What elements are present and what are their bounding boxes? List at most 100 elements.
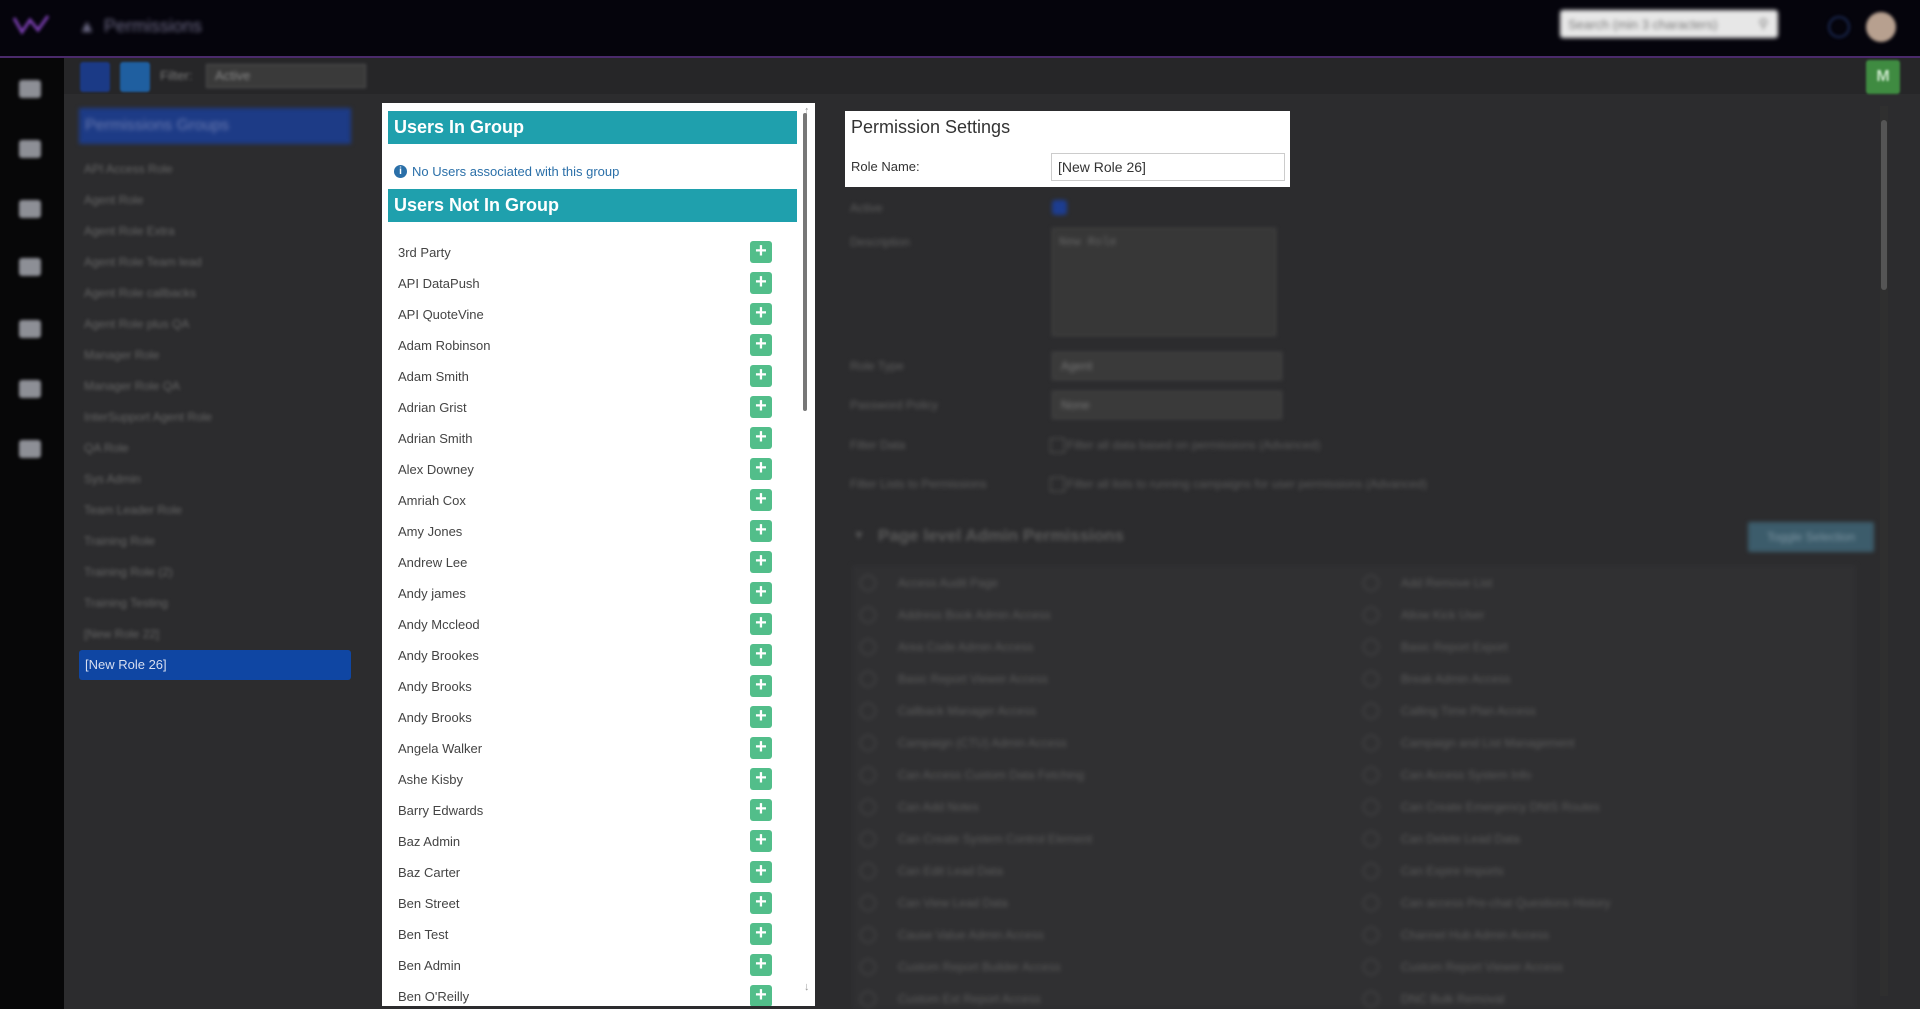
permission-item[interactable]: Add Remove List [1363,575,1492,591]
permission-item[interactable]: Can Edit Lead Data [860,863,1003,879]
add-permission-icon[interactable] [1363,831,1379,847]
add-permission-icon[interactable] [1363,959,1379,975]
add-user-button[interactable]: + [750,365,772,387]
group-item[interactable]: Training Role (2) [84,565,173,579]
add-user-button[interactable]: + [750,427,772,449]
add-user-button[interactable]: + [750,458,772,480]
speed-icon[interactable] [19,200,41,218]
add-permission-icon[interactable] [860,895,876,911]
permission-item[interactable]: Area Code Admin Access [860,639,1033,655]
password-policy-select[interactable]: None [1052,391,1282,419]
add-permission-icon[interactable] [1363,927,1379,943]
description-textarea[interactable]: New Role [1052,228,1276,336]
group-item[interactable]: API Access Role [84,162,173,176]
filter-lists-checkbox[interactable] [1050,477,1065,492]
add-permission-icon[interactable] [1363,639,1379,655]
search-icon[interactable]: ⚲ [1758,16,1768,32]
permission-item[interactable]: Can Delete Lead Data [1363,831,1520,847]
add-permission-icon[interactable] [1363,671,1379,687]
group-item[interactable]: Training Role [84,534,155,548]
add-permission-icon[interactable] [1363,607,1379,623]
group-item[interactable]: Agent Role plus QA [84,317,189,331]
add-user-button[interactable]: + [750,954,772,976]
permission-item[interactable]: Campaign and List Management [1363,735,1574,751]
group-item[interactable]: Agent Role [84,193,143,207]
dashboard-icon[interactable] [19,80,41,98]
add-user-button[interactable]: + [750,396,772,418]
add-permission-icon[interactable] [860,703,876,719]
group-item[interactable]: Agent Role Extra [84,224,175,238]
group-item[interactable]: Manager Role [84,348,159,362]
group-item[interactable]: Manager Role QA [84,379,180,393]
toggle-selection-button[interactable]: Toggle Selection [1748,522,1874,552]
group-item[interactable]: QA Role [84,441,129,455]
add-user-button[interactable]: + [750,272,772,294]
permission-item[interactable]: Can Access System Info [1363,767,1531,783]
add-permission-icon[interactable] [860,735,876,751]
active-checkbox[interactable] [1052,200,1067,215]
permission-item[interactable]: Can Expire Imports [1363,863,1504,879]
add-permission-icon[interactable] [860,831,876,847]
permission-item[interactable]: Access Audit Page [860,575,998,591]
add-permission-icon[interactable] [1363,863,1379,879]
permission-item[interactable]: Can Add Notes [860,799,979,815]
permission-item[interactable]: DNC Bulk Removal [1363,991,1504,1007]
permission-item[interactable]: Custom Report Viewer Access [1363,959,1563,975]
document-icon[interactable] [19,380,41,398]
permission-item[interactable]: Cause Value Admin Access [860,927,1044,943]
add-permission-icon[interactable] [860,575,876,591]
add-permission-icon[interactable] [1363,703,1379,719]
add-permission-icon[interactable] [860,671,876,687]
add-permission-icon[interactable] [1363,895,1379,911]
role-type-select[interactable]: Agent [1052,352,1282,380]
add-permission-icon[interactable] [860,991,876,1007]
add-user-button[interactable]: + [750,861,772,883]
permission-item[interactable]: Address Book Admin Access [860,607,1051,623]
new-document-button[interactable] [80,62,110,92]
permission-item[interactable]: Callback Manager Access [860,703,1036,719]
group-item[interactable]: Team Leader Role [84,503,182,517]
scroll-thumb[interactable] [803,113,807,411]
permission-item[interactable]: Calling Time Plan Access [1363,703,1536,719]
add-user-button[interactable]: + [750,768,772,790]
permission-item[interactable]: Can Access Custom Data Fetching [860,767,1084,783]
filter-data-checkbox[interactable] [1050,438,1065,453]
group-item[interactable]: [New Role 26] [79,650,351,680]
database-icon[interactable] [19,258,41,276]
add-permission-icon[interactable] [1363,575,1379,591]
add-permission-icon[interactable] [860,607,876,623]
add-user-button[interactable]: + [750,737,772,759]
collapse-arrow-icon[interactable]: ▼ [853,528,865,542]
add-permission-icon[interactable] [860,959,876,975]
filter-select[interactable]: Active [206,64,366,88]
permission-item[interactable]: Can Create Emergency DNIS Routes [1363,799,1600,815]
m-button[interactable]: M [1866,60,1900,94]
add-user-button[interactable]: + [750,892,772,914]
group-item[interactable]: Sys Admin [84,472,141,486]
permission-item[interactable]: Channel Hub Admin Access [1363,927,1549,943]
group-item[interactable]: Training Testing [84,596,168,610]
grid-icon[interactable] [19,140,41,158]
group-item[interactable]: InterSupport Agent Role [84,410,212,424]
add-permission-icon[interactable] [1363,799,1379,815]
add-user-button[interactable]: + [750,644,772,666]
permission-item[interactable]: Can access Pre-chat Questions History [1363,895,1610,911]
avatar[interactable] [1866,12,1896,42]
settings-icon[interactable] [19,440,41,458]
add-user-button[interactable]: + [750,520,772,542]
add-permission-icon[interactable] [1363,991,1379,1007]
group-item[interactable]: [New Role 22] [84,627,159,641]
add-permission-icon[interactable] [860,799,876,815]
add-permission-icon[interactable] [1363,735,1379,751]
role-name-input[interactable]: [New Role 26] [1051,153,1285,181]
add-user-button[interactable]: + [750,706,772,728]
permission-item[interactable]: Basic Report Export [1363,639,1508,655]
permission-item[interactable]: Custom Ext Report Access [860,991,1041,1007]
add-permission-icon[interactable] [860,767,876,783]
add-user-button[interactable]: + [750,303,772,325]
add-user-button[interactable]: + [750,551,772,573]
add-permission-icon[interactable] [1363,767,1379,783]
add-permission-icon[interactable] [860,863,876,879]
page-scroll-thumb[interactable] [1881,120,1887,290]
permission-item[interactable]: Basic Report Viewer Access [860,671,1048,687]
